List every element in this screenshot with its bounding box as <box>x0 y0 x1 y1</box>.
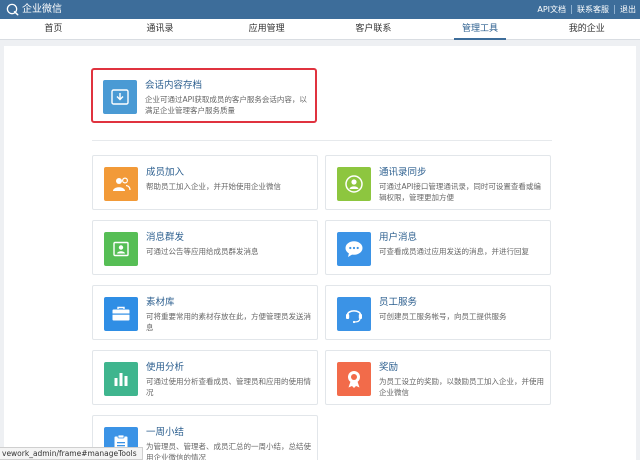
tool-card-user-messages[interactable]: 用户消息 可查看成员通过应用发送的消息，并进行回复 <box>325 220 551 275</box>
tool-desc: 可通过公告等应用给成员群发消息 <box>146 247 259 256</box>
tool-card-chat-archive[interactable]: 会话内容存档 企业可通过API获取成员的客户服务会话内容，以满足企业管理客户服务… <box>91 68 317 123</box>
link-divider <box>571 5 572 14</box>
top-bar: 企业微信 API文档 联系客服 退出 <box>0 0 640 19</box>
archive-download-icon <box>103 80 137 114</box>
broadcast-icon <box>104 232 138 266</box>
tool-desc: 可通过使用分析查看成员、管理员和应用的使用情况 <box>146 377 311 397</box>
nav-my-enterprise[interactable]: 我的企业 <box>533 19 640 39</box>
tool-title: 素材库 <box>146 297 175 308</box>
wecom-logo-icon <box>6 3 19 16</box>
api-docs-link[interactable]: API文档 <box>537 4 566 15</box>
link-divider <box>614 5 615 14</box>
tool-desc: 帮助员工加入企业，并开始使用企业微信 <box>146 182 281 191</box>
tool-card-contact-sync[interactable]: 通讯录同步 可通过API接口管理通讯录，同时可设置查看或编辑权限，管理更加方便 <box>325 155 551 210</box>
tool-title: 成员加入 <box>146 167 185 178</box>
tool-desc: 为管理员、管理者、成员汇总的一周小结，总结使用企业微信的情况 <box>146 442 311 460</box>
section-divider <box>92 140 552 141</box>
tool-title: 消息群发 <box>146 232 185 243</box>
tool-card-employee-service[interactable]: 员工服务 可创建员工服务帐号，向员工提供服务 <box>325 285 551 340</box>
nav-app-management[interactable]: 应用管理 <box>213 19 320 39</box>
main-nav: 首页 通讯录 应用管理 客户联系 管理工具 我的企业 <box>0 19 640 40</box>
headset-icon <box>337 297 371 331</box>
tool-title: 使用分析 <box>146 362 185 373</box>
tools-panel: 会话内容存档 企业可通过API获取成员的客户服务会话内容，以满足企业管理客户服务… <box>4 46 636 460</box>
tool-title: 一周小结 <box>146 427 185 438</box>
briefcase-icon <box>104 297 138 331</box>
tool-desc: 可将重要常用的素材存放在此，方便管理员发送消息 <box>146 312 311 332</box>
tool-desc: 企业可通过API获取成员的客户服务会话内容，以满足企业管理客户服务质量 <box>145 95 307 115</box>
bar-chart-icon <box>104 362 138 396</box>
tool-title: 通讯录同步 <box>379 167 427 178</box>
members-icon <box>104 167 138 201</box>
tool-title: 奖励 <box>379 362 399 373</box>
tool-title: 用户消息 <box>379 232 418 243</box>
app-name: 企业微信 <box>22 4 62 15</box>
nav-management-tools[interactable]: 管理工具 <box>427 19 534 39</box>
logo[interactable]: 企业微信 <box>6 3 62 16</box>
medal-icon <box>337 362 371 396</box>
contact-sync-icon <box>337 167 371 201</box>
tool-card-member-join[interactable]: 成员加入 帮助员工加入企业，并开始使用企业微信 <box>92 155 318 210</box>
tool-desc: 可创建员工服务帐号，向员工提供服务 <box>379 312 507 321</box>
tool-card-rewards[interactable]: 奖励 为员工设立的奖励，以鼓励员工加入企业，并使用企业微信 <box>325 350 551 405</box>
status-bar-url: vework_admin/frame#manageTools <box>0 447 143 460</box>
tool-title: 员工服务 <box>379 297 418 308</box>
nav-customer-contact[interactable]: 客户联系 <box>320 19 427 39</box>
contact-support-link[interactable]: 联系客服 <box>577 4 609 15</box>
tool-desc: 为员工设立的奖励，以鼓励员工加入企业，并使用企业微信 <box>379 377 544 397</box>
tool-card-usage-analysis[interactable]: 使用分析 可通过使用分析查看成员、管理员和应用的使用情况 <box>92 350 318 405</box>
tool-card-broadcast[interactable]: 消息群发 可通过公告等应用给成员群发消息 <box>92 220 318 275</box>
nav-contacts[interactable]: 通讯录 <box>107 19 214 39</box>
chat-bubble-icon <box>337 232 371 266</box>
nav-home[interactable]: 首页 <box>0 19 107 39</box>
header-links: API文档 联系客服 退出 <box>537 4 636 15</box>
tool-desc: 可查看成员通过应用发送的消息，并进行回复 <box>379 247 529 256</box>
tool-title: 会话内容存档 <box>145 80 203 91</box>
tool-card-material-library[interactable]: 素材库 可将重要常用的素材存放在此，方便管理员发送消息 <box>92 285 318 340</box>
tool-desc: 可通过API接口管理通讯录，同时可设置查看或编辑权限，管理更加方便 <box>379 182 541 202</box>
logout-link[interactable]: 退出 <box>620 4 636 15</box>
